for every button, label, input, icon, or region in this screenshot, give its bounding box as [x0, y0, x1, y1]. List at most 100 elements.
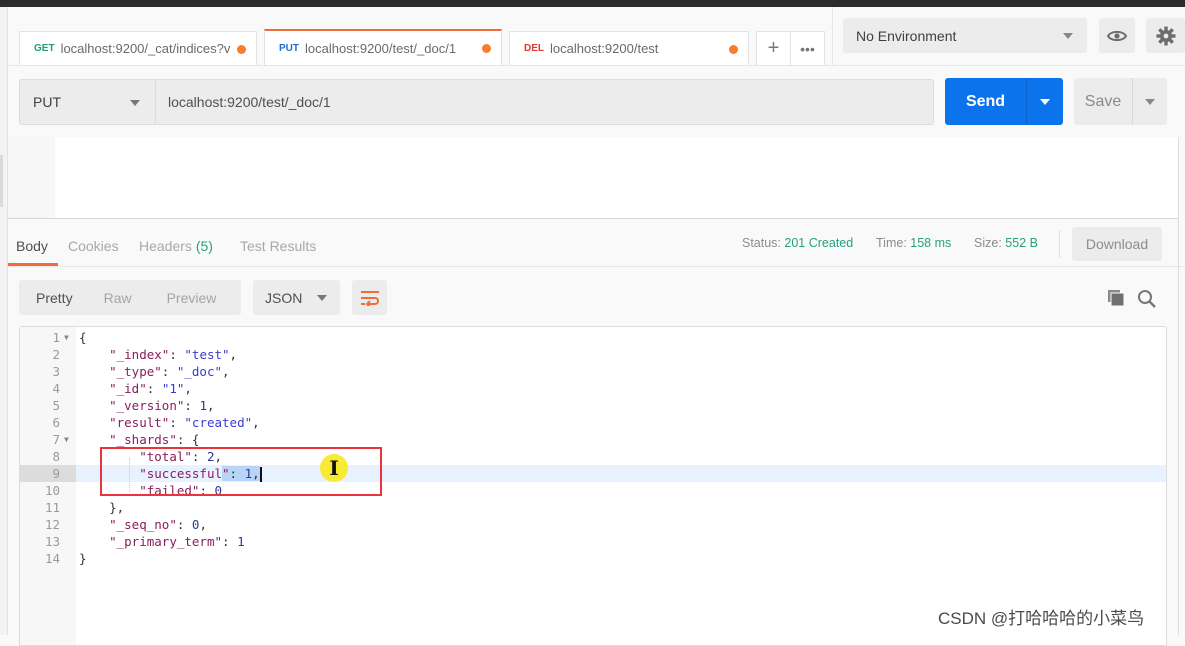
- line-number: 11: [44, 500, 60, 515]
- code-line: 5 "_version": 1,: [20, 397, 1166, 414]
- code-text: "_version": 1,: [109, 398, 215, 413]
- fold-arrow-icon[interactable]: ▼: [64, 329, 69, 346]
- time-value: 158 ms: [910, 236, 952, 250]
- divider: [1178, 137, 1179, 635]
- size-info: Size: 552 B: [974, 236, 1038, 250]
- url-input[interactable]: localhost:9200/test/_doc/1: [155, 79, 934, 125]
- code-text: "_primary_term": 1: [109, 534, 245, 549]
- ellipsis-icon: •••: [800, 40, 815, 57]
- request-tab-put[interactable]: PUT localhost:9200/test/_doc/1: [264, 29, 502, 65]
- environment-quick-look-button[interactable]: [1099, 18, 1135, 53]
- tab-method: DEL: [524, 43, 544, 54]
- line-number: 8: [52, 449, 60, 464]
- request-body-editor[interactable]: [8, 137, 1179, 219]
- time-label: Time:: [876, 236, 907, 250]
- status-info: Status: 201 Created: [742, 236, 853, 250]
- code-line: 2 "_index": "test",: [20, 346, 1166, 363]
- copy-icon[interactable]: [1107, 289, 1125, 307]
- editor-gutter: [8, 137, 55, 218]
- line-number: 13: [44, 534, 60, 549]
- wrap-lines-button[interactable]: [352, 280, 387, 315]
- code-line: 14}: [20, 550, 1166, 567]
- method-selected: PUT: [33, 94, 61, 110]
- status-value: 201 Created: [784, 236, 854, 250]
- caret-down-icon: [1063, 33, 1073, 39]
- eye-icon: [1107, 30, 1127, 41]
- sidebar-collapsed-edge[interactable]: [0, 7, 8, 635]
- settings-button[interactable]: [1146, 18, 1185, 53]
- request-tab-del[interactable]: DEL localhost:9200/test: [509, 31, 749, 65]
- code-line: 6 "result": "created",: [20, 414, 1166, 431]
- environment-selected: No Environment: [856, 27, 957, 44]
- code-line: 4 "_id": "1",: [20, 380, 1166, 397]
- code-line: 7 ▼ "_shards": {: [20, 431, 1166, 448]
- divider: [832, 7, 833, 65]
- send-button[interactable]: Send: [945, 78, 1026, 125]
- save-button[interactable]: Save: [1074, 78, 1132, 125]
- divider: [8, 266, 1185, 267]
- size-label: Size:: [974, 236, 1002, 250]
- line-number: 7: [52, 432, 60, 447]
- line-number: 2: [52, 347, 60, 362]
- time-info: Time: 158 ms: [876, 236, 951, 250]
- save-button-group: Save: [1074, 78, 1167, 125]
- save-options-dropdown[interactable]: [1132, 78, 1167, 125]
- response-tab-headers[interactable]: Headers (5): [139, 238, 213, 254]
- line-number: 6: [52, 415, 60, 430]
- tab-url: localhost:9200/test/_doc/1: [305, 40, 457, 56]
- text-cursor-pointer-icon: I: [320, 454, 348, 482]
- line-number: 3: [52, 364, 60, 379]
- response-tab-test-results[interactable]: Test Results: [240, 238, 316, 254]
- url-value: localhost:9200/test/_doc/1: [168, 94, 331, 110]
- line-number: 14: [44, 551, 60, 566]
- unsaved-dot-icon: [482, 44, 491, 53]
- environment-select[interactable]: No Environment: [843, 18, 1087, 53]
- method-select[interactable]: PUT: [19, 79, 155, 125]
- code-text: "_type": "_doc",: [109, 364, 230, 379]
- line-number: 1: [52, 330, 60, 345]
- code-text: "_shards": {: [109, 432, 200, 447]
- send-options-dropdown[interactable]: [1026, 78, 1063, 125]
- tab-method: PUT: [279, 42, 299, 54]
- status-label: Status:: [742, 236, 781, 250]
- view-raw-button[interactable]: Raw: [104, 290, 132, 306]
- line-number: 10: [44, 483, 60, 498]
- view-preview-button[interactable]: Preview: [167, 290, 217, 306]
- code-text: {: [79, 330, 87, 345]
- plus-icon: +: [767, 37, 780, 59]
- caret-down-icon: [317, 295, 327, 301]
- gear-icon: [1156, 26, 1175, 45]
- code-line: 11 },: [20, 499, 1166, 516]
- divider: [1059, 230, 1060, 258]
- line-number: 4: [52, 381, 60, 396]
- code-text: },: [79, 500, 125, 515]
- tab-method: GET: [34, 43, 55, 54]
- request-tab-get[interactable]: GET localhost:9200/_cat/indices?v: [19, 31, 257, 65]
- more-tabs-button[interactable]: •••: [790, 32, 824, 65]
- code-text: "_index": "test",: [109, 347, 238, 362]
- code-text: "result": "created",: [109, 415, 260, 430]
- window-top-bar: [0, 0, 1185, 7]
- code-text: "_seq_no": 0,: [109, 517, 207, 532]
- ibeam-icon: I: [329, 456, 339, 480]
- new-tab-button[interactable]: +: [757, 32, 790, 65]
- size-value: 552 B: [1005, 236, 1038, 250]
- line-number: 9: [20, 465, 76, 482]
- headers-label: Headers: [139, 238, 192, 254]
- response-tab-body[interactable]: Body: [16, 238, 48, 254]
- response-tab-cookies[interactable]: Cookies: [68, 238, 119, 254]
- fold-arrow-icon[interactable]: ▼: [64, 431, 69, 448]
- watermark: CSDN @打哈哈哈的小菜鸟: [938, 609, 1145, 628]
- sidebar-resize-handle[interactable]: [0, 155, 3, 207]
- tab-url: localhost:9200/_cat/indices?v: [60, 41, 231, 56]
- download-button[interactable]: Download: [1072, 227, 1162, 261]
- search-icon[interactable]: [1137, 289, 1157, 309]
- unsaved-dot-icon: [237, 44, 246, 54]
- code-line: 1 ▼ {: [20, 329, 1166, 346]
- format-selected: JSON: [265, 289, 303, 306]
- format-select[interactable]: JSON: [253, 280, 340, 315]
- tab-url: localhost:9200/test: [550, 41, 659, 56]
- divider: [8, 65, 1185, 66]
- view-pretty-button[interactable]: Pretty: [36, 290, 73, 306]
- unsaved-dot-icon: [729, 44, 738, 54]
